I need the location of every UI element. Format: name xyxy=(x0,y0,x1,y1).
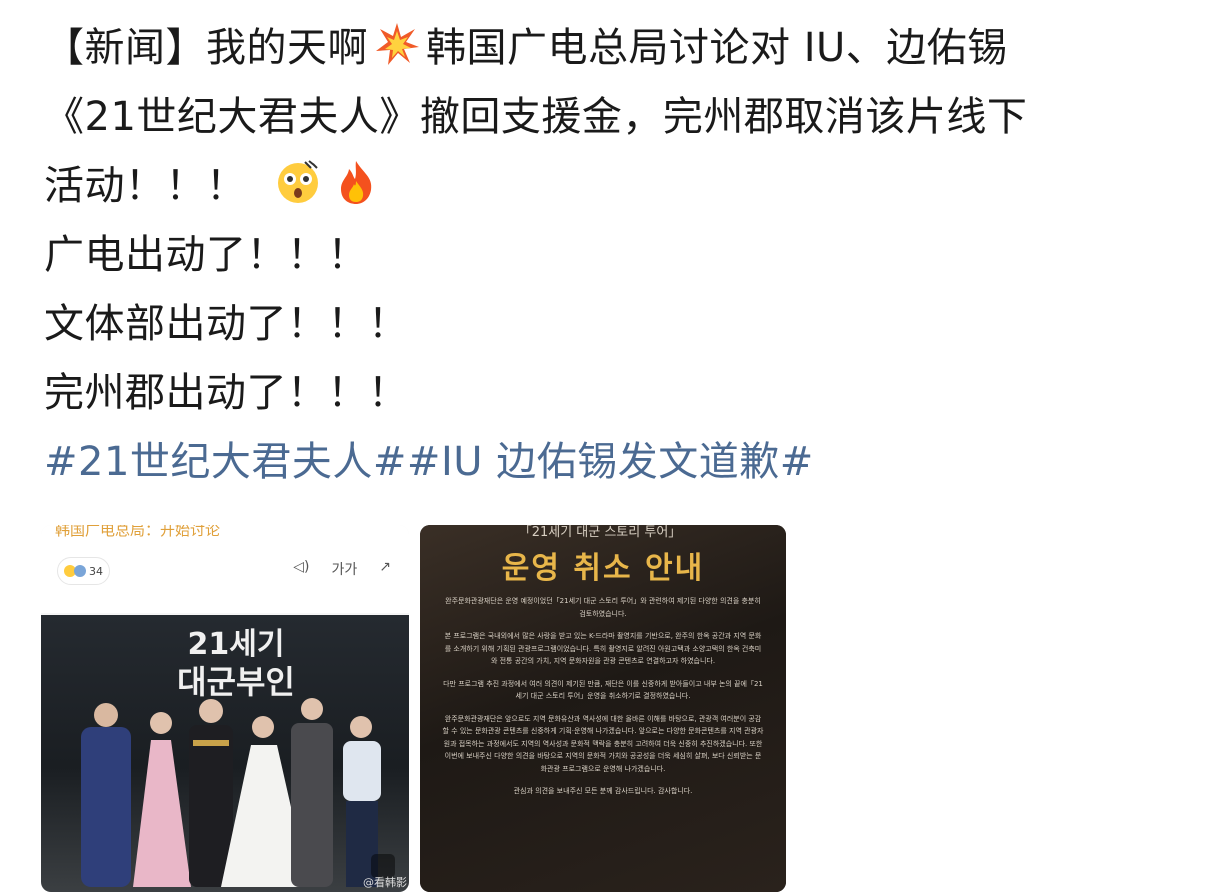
post-line: 广电出动了！！！ xyxy=(44,232,368,278)
notice-paragraph: 관심과 의견을 보내주신 모든 분께 감사드립니다. 감사합니다. xyxy=(513,787,693,795)
press-photo: 21세기 대군부인 @看韩影 xyxy=(41,615,409,892)
face-icon xyxy=(74,565,86,577)
cast-silhouettes xyxy=(81,698,381,887)
image-thumbnail-1[interactable]: 韩国广电总局：开始讨论 34 ◁) 가가 ↗ 21세기 대군부인 @看韩影 xyxy=(41,525,409,892)
notice-paragraph: 완주문화관광재단은 운영 예정이었던「21세기 대군 스토리 투어」와 관련하여… xyxy=(445,597,761,618)
post-line: 【新闻】我的天啊 韩国广电总局讨论对 IU、边佑锡 xyxy=(44,14,1184,83)
astonished-face-emoji-icon xyxy=(277,160,318,203)
notice-top-text: 「21세기 대군 스토리 투어」 xyxy=(518,525,682,540)
post-line: 完州郡出动了！！！ xyxy=(44,370,409,416)
notice-paragraph: 완주문화관광재단은 앞으로도 지역 문화유산과 역사성에 대한 올바른 이해를 … xyxy=(442,714,764,773)
notice-paragraph: 다만 프로그램 추진 과정에서 여러 의견이 제기된 만큼, 재단은 이를 신중… xyxy=(443,679,763,701)
watermark: @看韩影 xyxy=(363,876,407,889)
post-line: 活动！！！ xyxy=(44,152,1184,221)
post-line: 文体部出动了！！！ xyxy=(44,301,409,347)
notice-body: 완주문화관광재단은 운영 예정이었던「21세기 대군 스토리 투어」와 관련하여… xyxy=(442,595,764,808)
font-size-icon: 가가 xyxy=(331,562,358,578)
post-body: 【新闻】我的天啊 韩国广电总局讨论对 IU、边佑锡 《21世纪大君夫人》撤回支援金… xyxy=(44,14,1184,497)
thumbnail-header-text: 韩国广电总局：开始讨论 xyxy=(55,525,221,539)
share-icon: ↗ xyxy=(379,559,391,575)
reaction-count: 34 xyxy=(89,564,103,578)
notice-title: 운영 취소 안내 xyxy=(501,551,705,586)
thumbnail-tools: ◁) 가가 ↗ xyxy=(293,559,391,579)
speaker-icon: ◁) xyxy=(293,559,310,575)
post-line: 《21世纪大君夫人》撤回支援金，完州郡取消该片线下 xyxy=(44,94,1028,140)
reaction-badge: 34 xyxy=(57,557,110,585)
notice-paragraph: 본 프로그램은 국내외에서 많은 사랑을 받고 있는 K-드라마 촬영지를 기반… xyxy=(444,632,762,665)
thumbnail-header: 韩国广电总局：开始讨论 34 ◁) 가가 ↗ xyxy=(41,525,409,613)
hashtag-link[interactable]: #21世纪大君夫人##IU 边佑锡发文道歉# xyxy=(44,428,1184,497)
image-thumbnail-2[interactable]: 「21세기 대군 스토리 투어」 운영 취소 안내 완주문화관광재단은 운영 예… xyxy=(420,525,786,892)
collision-emoji-icon xyxy=(376,23,419,65)
fire-emoji-icon xyxy=(340,161,371,204)
